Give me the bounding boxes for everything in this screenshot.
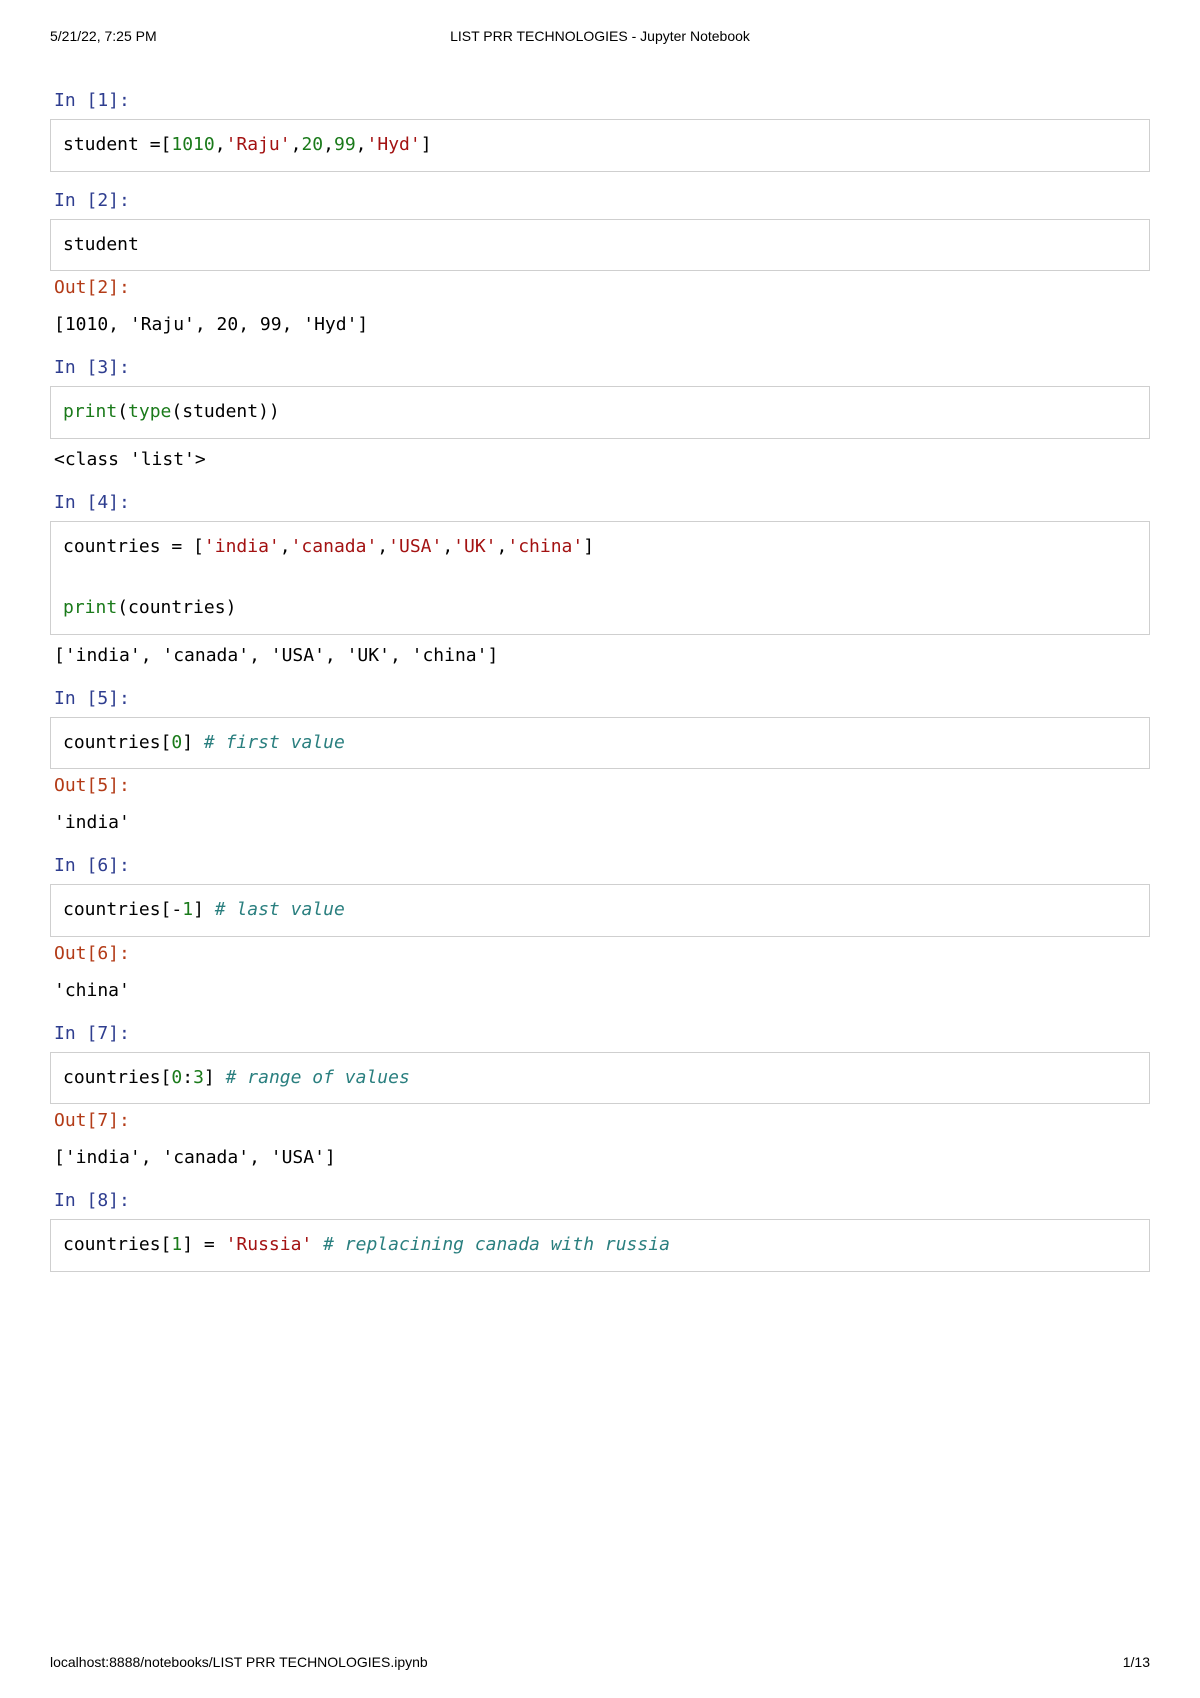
cell-6: In [6]: countries[-1] # last value Out[6… <box>50 849 1150 1005</box>
in-prompt: In [6]: <box>50 849 1150 882</box>
cell-4: In [4]: countries = ['india','canada','U… <box>50 486 1150 670</box>
cell-output: 'india' <box>50 802 1150 837</box>
notebook-content: In [1]: student =[1010,'Raju',20,99,'Hyd… <box>0 44 1200 1272</box>
in-prompt: In [2]: <box>50 184 1150 217</box>
cell-7: In [7]: countries[0:3] # range of values… <box>50 1017 1150 1173</box>
header-timestamp: 5/21/22, 7:25 PM <box>50 28 157 44</box>
in-prompt: In [1]: <box>50 84 1150 117</box>
in-prompt: In [7]: <box>50 1017 1150 1050</box>
print-header: 5/21/22, 7:25 PM LIST PRR TECHNOLOGIES -… <box>0 0 1200 44</box>
cell-3: In [3]: print(type(student)) <class 'lis… <box>50 351 1150 474</box>
cell-2: In [2]: student Out[2]: [1010, 'Raju', 2… <box>50 184 1150 340</box>
cell-8: In [8]: countries[1] = 'Russia' # replac… <box>50 1184 1150 1272</box>
code-input: countries[1] = 'Russia' # replacining ca… <box>50 1219 1150 1272</box>
cell-output: ['india', 'canada', 'USA'] <box>50 1137 1150 1172</box>
code-input: student =[1010,'Raju',20,99,'Hyd'] <box>50 119 1150 172</box>
cell-output: <class 'list'> <box>50 439 1150 474</box>
code-input: countries[-1] # last value <box>50 884 1150 937</box>
out-prompt: Out[2]: <box>50 271 1150 304</box>
cell-1: In [1]: student =[1010,'Raju',20,99,'Hyd… <box>50 84 1150 172</box>
in-prompt: In [8]: <box>50 1184 1150 1217</box>
in-prompt: In [4]: <box>50 486 1150 519</box>
footer-url: localhost:8888/notebooks/LIST PRR TECHNO… <box>50 1654 428 1670</box>
cell-output: ['india', 'canada', 'USA', 'UK', 'china'… <box>50 635 1150 670</box>
code-input: student <box>50 219 1150 272</box>
out-prompt: Out[7]: <box>50 1104 1150 1137</box>
cell-output: [1010, 'Raju', 20, 99, 'Hyd'] <box>50 304 1150 339</box>
out-prompt: Out[5]: <box>50 769 1150 802</box>
code-input: countries[0:3] # range of values <box>50 1052 1150 1105</box>
footer-page-number: 1/13 <box>1123 1654 1150 1670</box>
code-input: countries[0] # first value <box>50 717 1150 770</box>
out-prompt: Out[6]: <box>50 937 1150 970</box>
print-footer: localhost:8888/notebooks/LIST PRR TECHNO… <box>50 1654 1150 1670</box>
code-input: countries = ['india','canada','USA','UK'… <box>50 521 1150 635</box>
cell-5: In [5]: countries[0] # first value Out[5… <box>50 682 1150 838</box>
in-prompt: In [3]: <box>50 351 1150 384</box>
in-prompt: In [5]: <box>50 682 1150 715</box>
code-input: print(type(student)) <box>50 386 1150 439</box>
cell-output: 'china' <box>50 970 1150 1005</box>
header-title: LIST PRR TECHNOLOGIES - Jupyter Notebook <box>450 28 750 44</box>
